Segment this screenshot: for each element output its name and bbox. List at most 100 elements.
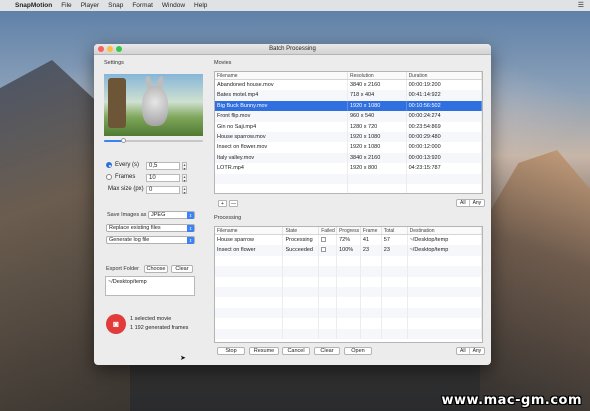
desktop-mountain-right [480,150,590,411]
column-header-state[interactable]: State [283,227,320,234]
table-row[interactable]: Front flip.mov 960 x 540 00:00:24:274 [215,111,482,122]
log-select[interactable]: Generate log file ⇕ [106,236,195,244]
table-cell [319,307,338,319]
column-header-destination[interactable]: Destination [408,227,482,234]
column-header-progress[interactable]: Progress [337,227,361,234]
cancel-button[interactable]: Cancel [282,347,310,355]
column-header-duration[interactable]: Duration [407,72,482,79]
preview-slider[interactable] [104,138,203,143]
movies-label: Movies [214,60,232,66]
frames-option[interactable]: Frames [106,174,135,180]
stop-button[interactable]: Stop [217,347,245,355]
table-cell [382,318,408,329]
column-header-frame[interactable]: Frame [361,227,382,234]
processing-filter-segment[interactable]: All Any [456,347,486,355]
movies-filter-any[interactable]: Any [470,200,485,206]
table-cell [215,276,284,287]
column-header-filename[interactable]: Filename [215,227,284,234]
table-row[interactable]: Insect on flower Succeeded 100% 23 23 ~/Deskt… [215,245,482,256]
table-row[interactable] [215,286,482,298]
menu-bar: SnapMotion File Player Snap Format Windo… [0,0,590,11]
processing-filter-all[interactable]: All [457,348,470,354]
processing-table-header: Filename State Failed Progress Frame Tot… [215,227,482,235]
table-cell: 57 [382,235,408,246]
replace-select[interactable]: Replace existing files ⇕ [106,224,195,232]
table-cell: Insect on flower.mov [215,142,348,153]
menu-format[interactable]: Format [132,2,153,9]
table-cell [337,297,361,308]
camera-icon[interactable]: ◙ [106,314,126,334]
table-row[interactable] [215,266,482,277]
movies-filter-all[interactable]: All [457,200,470,206]
table-row[interactable] [215,183,482,193]
table-row[interactable] [215,307,482,319]
every-field[interactable]: 0,5 [146,162,180,170]
clear-folder-button[interactable]: Clear [171,265,193,273]
every-option[interactable]: Every (s) [106,162,139,168]
open-button[interactable]: Open [344,347,372,355]
format-select[interactable]: JPEG ⇕ [148,211,195,219]
table-cell: 3840 x 2160 [348,80,407,91]
menu-file[interactable]: File [61,2,71,9]
table-row[interactable]: Gin no Saji.mp4 1280 x 720 00:23:54:869 [215,121,482,132]
table-cell [361,276,382,287]
table-row[interactable] [215,173,482,184]
maxsize-field[interactable]: 0 [146,186,180,194]
column-header-resolution[interactable]: Resolution [348,72,407,79]
table-row[interactable] [215,255,482,267]
table-row[interactable]: Big Buck Bunny.mov 1920 x 1080 00:10:56:50… [215,100,482,112]
preview-slider-knob[interactable] [121,138,127,143]
menu-snap[interactable]: Snap [108,2,123,9]
remove-movie-button[interactable]: — [229,200,238,207]
menu-window[interactable]: Window [162,2,185,9]
table-row[interactable] [215,318,482,329]
table-row[interactable]: House sparrow Processing 72% 41 57 ~/Desktop/… [215,235,482,246]
table-cell: Bates motel.mp4 [215,90,348,101]
table-row[interactable] [215,328,482,339]
window-title: Batch Processing [269,46,316,52]
table-cell [319,318,338,329]
failed-checkbox[interactable] [321,237,327,243]
menu-player[interactable]: Player [81,2,99,9]
table-row[interactable]: House sparrow.mov 1920 x 1080 00:00:29:480 [215,131,482,143]
table-cell [283,286,320,298]
every-radio[interactable] [106,162,112,168]
table-cell [283,266,320,277]
failed-checkbox[interactable] [321,247,327,253]
column-header-filename[interactable]: Filename [215,72,348,79]
zoom-window-button[interactable] [116,46,122,52]
resume-button[interactable]: Resume [249,347,279,355]
menu-help[interactable]: Help [194,2,207,9]
table-cell [407,183,482,193]
choose-button[interactable]: Choose [144,265,168,273]
table-row[interactable]: Italy valley.mov 3840 x 2160 00:00:13:920 [215,152,482,164]
table-row[interactable]: LOTR.mp4 1920 x 800 04:23:15:787 [215,163,482,174]
maxsize-stepper[interactable]: ▴ ▾ [182,186,187,194]
table-cell [382,328,408,339]
column-header-failed[interactable]: Failed [319,227,338,234]
add-movie-button[interactable]: + [218,200,227,207]
table-row[interactable] [215,297,482,308]
table-row[interactable]: Abandoned house.mov 3840 x 2160 00:00:19:2… [215,80,482,91]
mouse-cursor-icon: ➤ [180,355,186,362]
menu-app-name[interactable]: SnapMotion [15,2,52,9]
every-stepper[interactable]: ▴ ▾ [182,162,187,170]
export-path-field[interactable]: ~/Desktop/temp [105,276,195,296]
table-cell [215,266,284,277]
column-header-total[interactable]: Total [382,227,408,234]
table-cell: 1920 x 1080 [348,131,407,143]
close-window-button[interactable] [98,46,104,52]
movies-filter-segment[interactable]: All Any [456,199,486,207]
processing-filter-any[interactable]: Any [470,348,485,354]
table-row[interactable]: Insect on flower.mov 1920 x 1080 00:00:12:… [215,142,482,153]
table-row[interactable]: Bates motel.mp4 718 x 404 00:41:14:922 [215,90,482,101]
frames-stepper[interactable]: ▴ ▾ [182,174,187,182]
clear-button[interactable]: Clear [314,347,340,355]
table-cell [283,328,320,339]
minimize-window-button[interactable] [107,46,113,52]
frames-radio[interactable] [106,174,112,180]
table-row[interactable] [215,276,482,287]
frames-field[interactable]: 10 [146,174,180,182]
notification-center-icon[interactable]: ☰ [578,1,584,9]
format-value: JPEG [151,212,166,218]
